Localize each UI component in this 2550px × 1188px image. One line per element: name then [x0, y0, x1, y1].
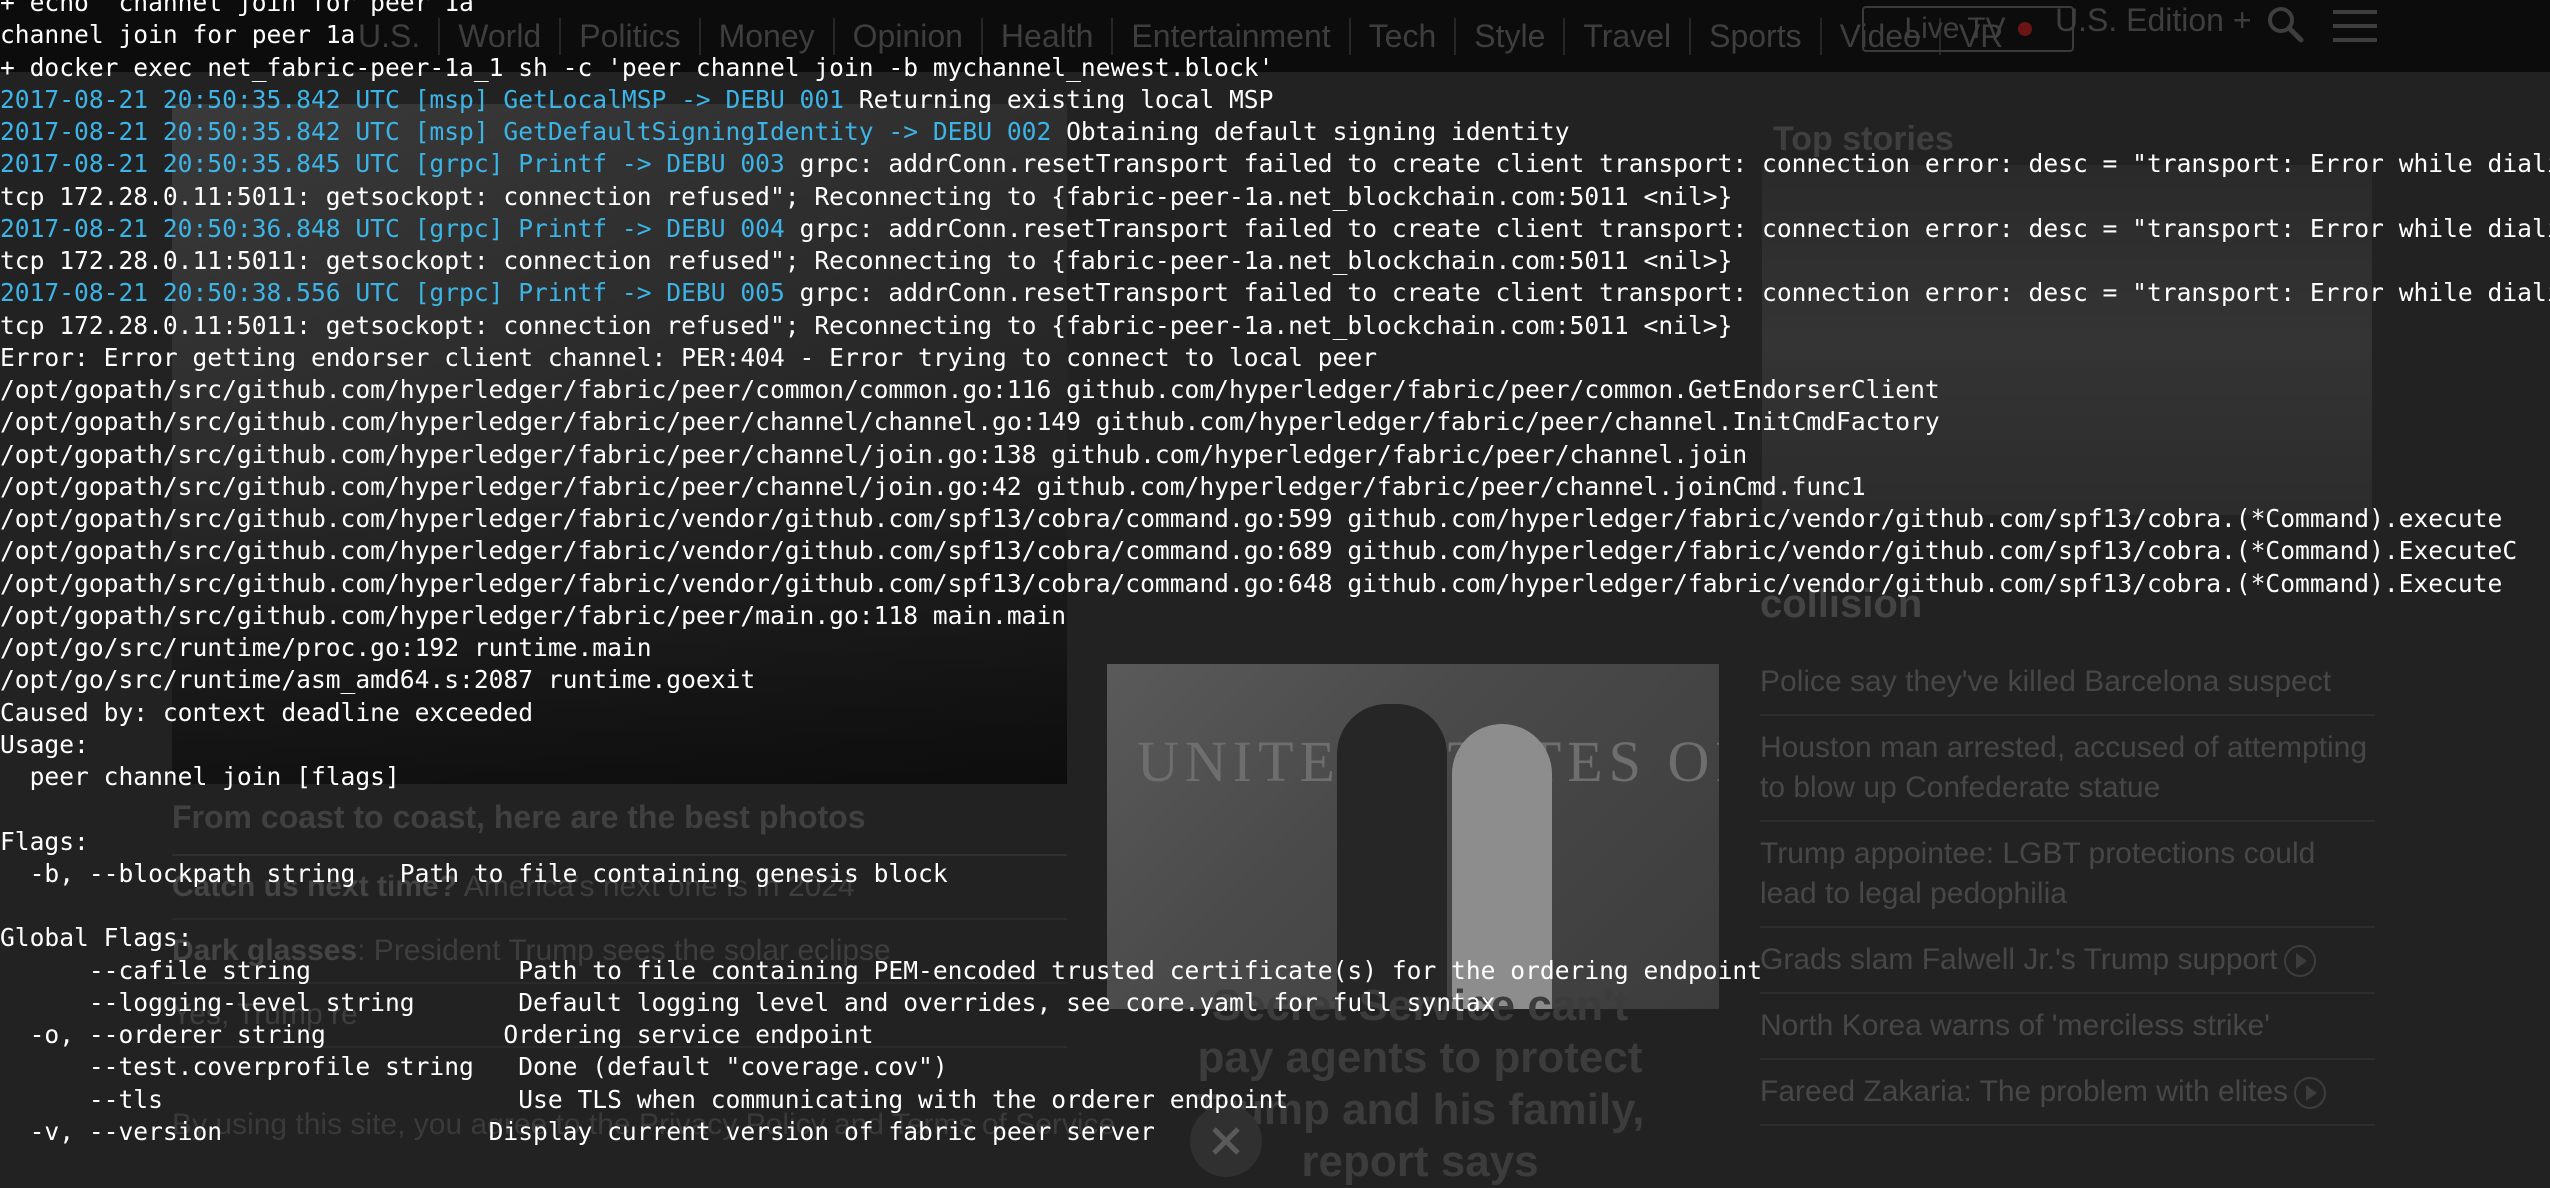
log-timestamp: 2017-08-21 20:50:35.842 UTC [msp] GetLoc…: [0, 84, 844, 114]
log-text: --logging-level string Default logging l…: [0, 987, 1496, 1017]
log-text: peer channel join [flags]: [0, 762, 400, 791]
terminal-line: /opt/gopath/src/github.com/hyperledger/f…: [0, 439, 2550, 471]
log-text: Caused by: context deadline exceeded: [0, 697, 534, 727]
terminal-line: tcp 172.28.0.11:5011: getsockopt: connec…: [0, 310, 2550, 342]
terminal-line: -v, --version Display current version of…: [0, 1116, 2550, 1148]
log-timestamp: 2017-08-21 20:50:35.845 UTC [grpc] Print…: [0, 149, 785, 179]
terminal-line: + docker exec net_fabric-peer-1a_1 sh -c…: [0, 52, 2550, 84]
log-text: grpc: addrConn.resetTransport failed to …: [784, 213, 2550, 243]
log-text: /opt/gopath/src/github.com/hyperledger/f…: [0, 600, 1067, 630]
log-text: grpc: addrConn.resetTransport failed to …: [784, 278, 2550, 308]
log-text: --test.coverprofile string Done (default…: [0, 1052, 948, 1082]
terminal-line: -b, --blockpath string Path to file cont…: [0, 858, 2550, 890]
log-text: -o, --orderer string Ordering service en…: [0, 1020, 874, 1049]
terminal-line: Flags:: [0, 826, 2550, 858]
terminal-line: + echo 'channel join for peer 1a': [0, 0, 2550, 19]
log-text: /opt/gopath/src/github.com/hyperledger/f…: [0, 504, 2503, 533]
log-text: + docker exec net_fabric-peer-1a_1 sh -c…: [0, 52, 1274, 82]
log-text: -v, --version Display current version of…: [0, 1116, 1155, 1146]
log-text: Flags:: [0, 826, 89, 856]
terminal-line: /opt/gopath/src/github.com/hyperledger/f…: [0, 374, 2550, 406]
log-text: tcp 172.28.0.11:5011: getsockopt: connec…: [0, 181, 1733, 211]
terminal-line: 2017-08-21 20:50:35.842 UTC [msp] GetDef…: [0, 116, 2550, 148]
log-text: channel join for peer 1a: [0, 20, 356, 50]
terminal-line: channel join for peer 1a: [0, 19, 2550, 51]
log-text: /opt/gopath/src/github.com/hyperledger/f…: [0, 407, 1940, 437]
log-text: /opt/go/src/runtime/asm_amd64.s:2087 run…: [0, 665, 756, 695]
terminal-line: /opt/gopath/src/github.com/hyperledger/f…: [0, 406, 2550, 438]
log-text: Error: Error getting endorser client cha…: [0, 342, 1378, 372]
terminal-line: Usage:: [0, 729, 2550, 761]
terminal-line: Error: Error getting endorser client cha…: [0, 342, 2550, 374]
log-text: /opt/gopath/src/github.com/hyperledger/f…: [0, 471, 1866, 501]
log-timestamp: 2017-08-21 20:50:35.842 UTC [msp] GetDef…: [0, 117, 1052, 146]
log-text: tcp 172.28.0.11:5011: getsockopt: connec…: [0, 310, 1733, 340]
log-timestamp: 2017-08-21 20:50:38.556 UTC [grpc] Print…: [0, 278, 785, 308]
log-text: /opt/gopath/src/github.com/hyperledger/f…: [0, 439, 1748, 469]
log-text: /opt/gopath/src/github.com/hyperledger/f…: [0, 375, 1940, 404]
log-text: Obtaining default signing identity: [1051, 117, 1570, 146]
terminal-line: /opt/gopath/src/github.com/hyperledger/f…: [0, 535, 2550, 567]
log-text: Returning existing local MSP: [843, 84, 1274, 114]
terminal-line: /opt/gopath/src/github.com/hyperledger/f…: [0, 471, 2550, 503]
terminal-line: /opt/gopath/src/github.com/hyperledger/f…: [0, 503, 2550, 535]
log-text: + echo 'channel join for peer 1a': [0, 0, 489, 17]
terminal-line: --test.coverprofile string Done (default…: [0, 1051, 2550, 1083]
terminal-line: -o, --orderer string Ordering service en…: [0, 1019, 2550, 1051]
terminal-line: /opt/go/src/runtime/asm_amd64.s:2087 run…: [0, 664, 2550, 696]
terminal-line: peer channel join [flags]: [0, 761, 2550, 793]
log-text: grpc: addrConn.resetTransport failed to …: [784, 149, 2550, 179]
terminal-line: 2017-08-21 20:50:36.848 UTC [grpc] Print…: [0, 213, 2550, 245]
log-text: --cafile string Path to file containing …: [0, 955, 1762, 985]
terminal-line: 2017-08-21 20:50:35.842 UTC [msp] GetLoc…: [0, 84, 2550, 116]
log-text: Usage:: [0, 729, 89, 759]
terminal-line: tcp 172.28.0.11:5011: getsockopt: connec…: [0, 181, 2550, 213]
log-text: /opt/gopath/src/github.com/hyperledger/f…: [0, 536, 2518, 566]
log-text: --tls Use TLS when communicating with th…: [0, 1084, 1289, 1114]
log-text: tcp 172.28.0.11:5011: getsockopt: connec…: [0, 246, 1733, 275]
terminal-line: --logging-level string Default logging l…: [0, 987, 2550, 1019]
log-text: Global Flags:: [0, 923, 193, 953]
log-text: /opt/gopath/src/github.com/hyperledger/f…: [0, 568, 2503, 598]
terminal-line: --cafile string Path to file containing …: [0, 955, 2550, 987]
terminal-output[interactable]: + echo 'channel join for peer 1a' channel…: [0, 0, 2550, 1148]
terminal-line: 2017-08-21 20:50:38.556 UTC [grpc] Print…: [0, 277, 2550, 309]
terminal-line: /opt/gopath/src/github.com/hyperledger/f…: [0, 568, 2550, 600]
log-timestamp: 2017-08-21 20:50:36.848 UTC [grpc] Print…: [0, 213, 785, 243]
terminal-line: Caused by: context deadline exceeded: [0, 697, 2550, 729]
log-text: -b, --blockpath string Path to file cont…: [0, 858, 948, 888]
terminal-line: 2017-08-21 20:50:35.845 UTC [grpc] Print…: [0, 148, 2550, 180]
terminal-line: tcp 172.28.0.11:5011: getsockopt: connec…: [0, 245, 2550, 277]
log-text: /opt/go/src/runtime/proc.go:192 runtime.…: [0, 633, 652, 662]
terminal-line: /opt/gopath/src/github.com/hyperledger/f…: [0, 600, 2550, 632]
terminal-line: Global Flags:: [0, 922, 2550, 954]
terminal-line: /opt/go/src/runtime/proc.go:192 runtime.…: [0, 632, 2550, 664]
terminal-line: --tls Use TLS when communicating with th…: [0, 1084, 2550, 1116]
